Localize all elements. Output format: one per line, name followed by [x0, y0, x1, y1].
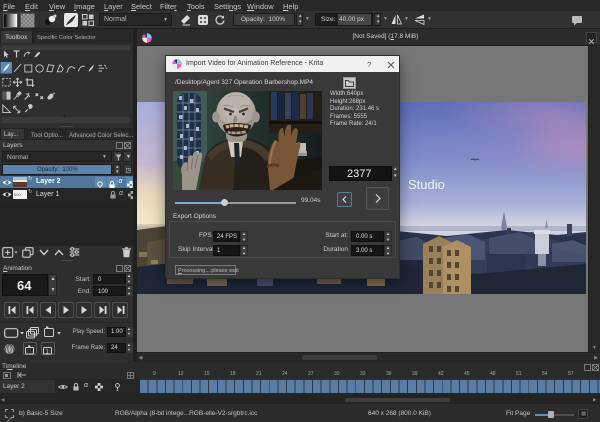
svg-text:1: 1: [46, 350, 50, 356]
svg-text:Studio: Studio: [408, 177, 445, 192]
